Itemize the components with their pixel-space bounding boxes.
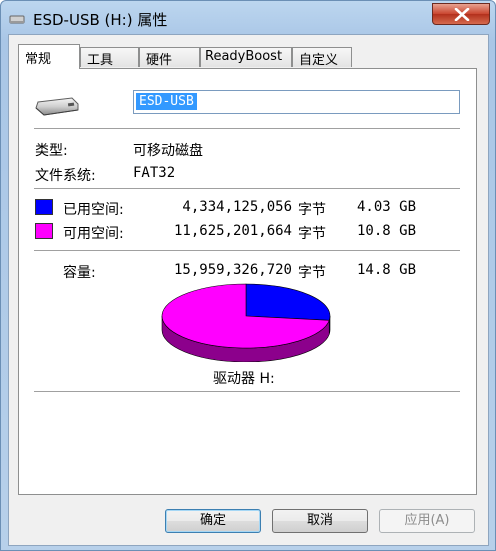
disk-usage-pie-chart [161,283,331,362]
capacity-label: 容量: [63,265,96,281]
filesystem-label: 文件系统: [35,168,96,184]
used-space-label: 已用空间: [63,202,124,218]
free-space-label: 可用空间: [63,226,124,242]
removable-drive-icon [35,97,79,116]
tab-hardware-label: 硬件 [146,53,173,68]
capacity-unit: 字节 [298,265,326,281]
divider [34,250,460,252]
tab-readyboost-label: ReadyBoost [205,49,283,64]
free-space-size: 10.8 GB [357,223,417,239]
type-label: 类型: [35,143,68,159]
cancel-button[interactable]: 取消 [272,509,368,533]
free-space-bytes: 11,625,201,664 [173,223,292,239]
free-space-unit: 字节 [298,226,326,242]
pie-slice-used [245,283,331,321]
tab-customize-label: 自定义 [299,53,339,68]
tab-customize[interactable]: 自定义 [292,47,352,68]
used-space-swatch [35,199,53,215]
ok-button[interactable]: 确定 [165,509,261,533]
divider [34,128,460,130]
capacity-size: 14.8 GB [357,262,417,278]
close-button[interactable] [432,3,490,25]
window-title: ESD-USB (H:) 属性 [33,11,168,29]
tab-tools[interactable]: 工具 [80,47,139,68]
type-value: 可移动磁盘 [133,143,203,159]
filesystem-value: FAT32 [133,165,176,181]
tab-hardware[interactable]: 硬件 [139,47,200,68]
used-space-unit: 字节 [298,202,326,218]
free-space-swatch [35,223,53,239]
close-icon [454,8,470,21]
tab-tools-label: 工具 [87,53,114,68]
divider [34,391,460,393]
drive-letter-label: 驱动器 H: [213,371,275,387]
divider [34,188,460,190]
title-bar[interactable]: ESD-USB (H:) 属性 [1,1,495,37]
drive-name-input[interactable]: ESD-USB [133,90,460,114]
tab-readyboost[interactable]: ReadyBoost [200,47,292,67]
usb-drive-icon [9,15,25,24]
drive-name-text: ESD-USB [136,93,197,110]
used-space-size: 4.03 GB [357,199,417,215]
tab-general-label: 常规 [25,52,52,67]
apply-button[interactable]: 应用(A) [379,509,475,533]
used-space-bytes: 4,334,125,056 [182,199,292,215]
tab-general[interactable]: 常规 [18,44,80,69]
capacity-bytes: 15,959,326,720 [173,262,292,278]
